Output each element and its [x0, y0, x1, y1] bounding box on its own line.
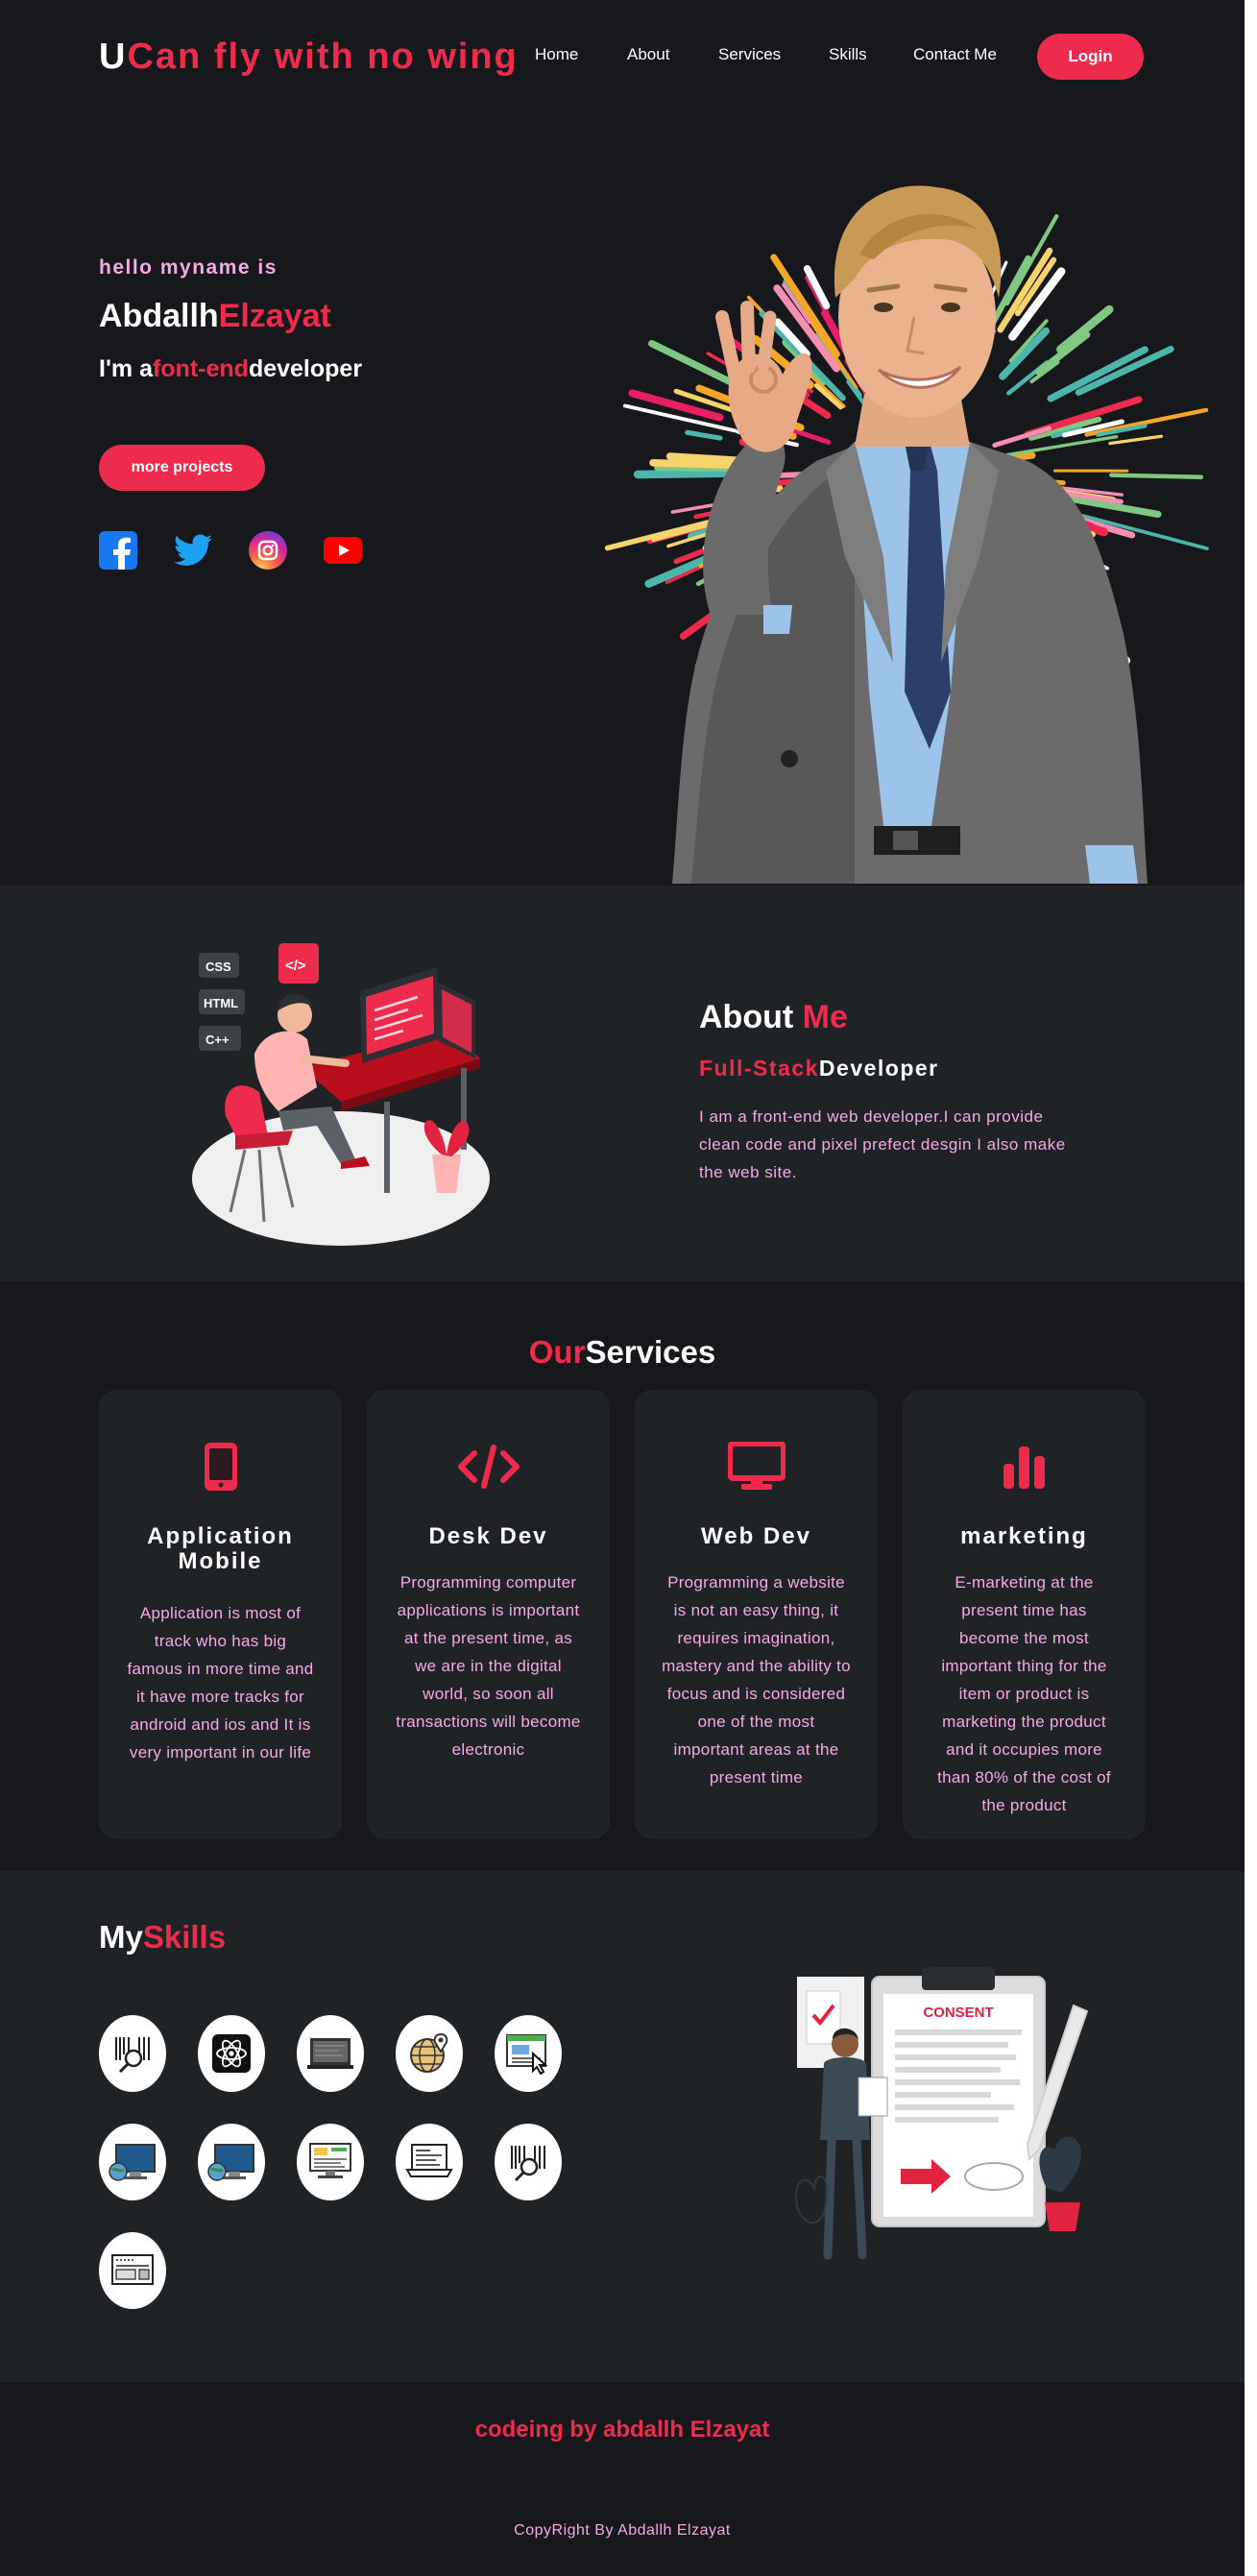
browser-cursor-icon	[495, 2015, 562, 2092]
chart-bar-icon	[903, 1438, 1146, 1495]
laptop-icon	[297, 2015, 364, 2092]
man-figure	[672, 185, 1148, 884]
youtube-icon[interactable]	[324, 531, 362, 570]
hero-last-name: Elzayat	[219, 298, 331, 334]
webpage-icon	[99, 2232, 166, 2309]
nav-link-about[interactable]: About	[627, 45, 718, 64]
about-subtitle-white: Developer	[819, 1056, 939, 1081]
services-title-white: Services	[585, 1334, 715, 1370]
burst-stroke	[1078, 349, 1171, 392]
consent-label: CONSENT	[923, 2005, 993, 2021]
about-section: CSS HTML C++ </> About Me	[0, 886, 1245, 1281]
services-title: OurServices	[0, 1334, 1245, 1371]
burst-stroke	[1051, 350, 1145, 399]
skills-title: MySkills	[99, 1919, 226, 1956]
service-card-desk-dev: Desk Dev Programming computer applicatio…	[367, 1390, 610, 1839]
about-subtitle: Full-StackDeveloper	[699, 1056, 939, 1081]
monitor-globe-icon	[198, 2124, 265, 2200]
service-text: Programming computer applications is imp…	[367, 1568, 610, 1763]
logo-u: U	[99, 36, 127, 77]
login-button[interactable]: Login	[1037, 34, 1144, 80]
desktop-icon	[635, 1438, 878, 1495]
service-title: marketing	[903, 1524, 1146, 1549]
service-title: Desk Dev	[367, 1524, 610, 1549]
social-links	[99, 531, 399, 570]
facebook-icon[interactable]	[99, 531, 137, 570]
skills-title-red: Skills	[143, 1919, 226, 1955]
barcode-search-icon	[495, 2124, 562, 2200]
nav-link-services[interactable]: Services	[718, 45, 829, 64]
footer-copyright: CopyRight By Abdallh Elzayat	[0, 2522, 1245, 2540]
logo-text: Can fly with no wing	[127, 36, 518, 77]
about-title: About Me	[699, 999, 848, 1036]
burst-stroke	[1111, 475, 1200, 477]
services-title-red: Our	[529, 1334, 586, 1370]
footer-title: codeing by abdallh Elzayat	[0, 2417, 1245, 2443]
nav-link-contact[interactable]: Contact Me	[913, 45, 1028, 64]
globe-pin-icon	[396, 2015, 463, 2092]
react-icon	[198, 2015, 265, 2092]
about-title-red: Me	[803, 999, 848, 1035]
hero-role-suffix: developer	[249, 355, 362, 382]
barcode-search-icon	[99, 2015, 166, 2092]
burst-stroke	[1007, 437, 1117, 455]
burst-stroke	[1039, 335, 1087, 373]
page: UCan fly with no wing Home About Service…	[0, 0, 1245, 2576]
service-text: E-marketing at the present time has beco…	[903, 1568, 1146, 1819]
services-section: OurServices Application Mobile Applicati…	[0, 1281, 1245, 1871]
code-tag-label: </>	[285, 958, 306, 974]
hero-role-highlight: font-end	[153, 355, 249, 382]
service-card-web-dev: Web Dev Programming a website is not an …	[635, 1390, 878, 1839]
hero-first-name: Abdallh	[99, 298, 219, 334]
developer-illustration: CSS HTML C++ </>	[187, 934, 504, 1251]
hero-name: AbdallhElzayat	[99, 298, 331, 335]
consent-illustration: CONSENT	[787, 1967, 1104, 2284]
css-label: CSS	[205, 960, 231, 974]
code-icon	[367, 1438, 610, 1495]
service-text: Programming a website is not an easy thi…	[635, 1568, 878, 1791]
laptop-code-icon	[396, 2124, 463, 2200]
skills-section: MySkills	[0, 1871, 1245, 2382]
footer: codeing by abdallh Elzayat CopyRight By …	[0, 2382, 1245, 2576]
about-subtitle-red: Full-Stack	[699, 1056, 819, 1081]
skills-title-white: My	[99, 1919, 143, 1955]
burst-stroke	[688, 432, 720, 438]
service-card-mobile: Application Mobile Application is most o…	[99, 1390, 342, 1839]
cpp-label: C++	[205, 1033, 230, 1047]
burst-stroke	[1060, 309, 1109, 350]
mobile-icon	[99, 1438, 342, 1495]
service-card-marketing: marketing E-marketing at the present tim…	[903, 1390, 1146, 1839]
service-cards: Application Mobile Application is most o…	[99, 1390, 1171, 1839]
about-description: I am a front-end web developer.I can pro…	[699, 1103, 1074, 1186]
service-text: Application is most of track who has big…	[99, 1599, 342, 1766]
service-title: Application Mobile	[99, 1524, 342, 1574]
nav-link-home[interactable]: Home	[535, 45, 627, 64]
hero-greeting: hello myname is	[99, 256, 278, 279]
instagram-icon[interactable]	[249, 531, 287, 570]
navbar: UCan fly with no wing Home About Service…	[0, 0, 1245, 115]
html-label: HTML	[204, 996, 238, 1010]
nav-links: Home About Services Skills Contact Me	[535, 45, 1028, 64]
hero-role-prefix: I'm a	[99, 355, 153, 382]
about-title-white: About	[699, 999, 803, 1035]
hero-role: I'm afont-enddeveloper	[99, 355, 362, 383]
monitor-globe-icon	[99, 2124, 166, 2200]
nav-link-skills[interactable]: Skills	[829, 45, 913, 64]
burst-stroke	[632, 393, 719, 417]
more-projects-button[interactable]: more projects	[99, 445, 265, 491]
logo[interactable]: UCan fly with no wing	[99, 36, 519, 78]
service-title: Web Dev	[635, 1524, 878, 1549]
twitter-icon[interactable]	[174, 531, 212, 570]
hero-portrait-image	[567, 154, 1257, 886]
monitor-chart-icon	[297, 2124, 364, 2200]
hero-section: hello myname is AbdallhElzayat I'm afont…	[0, 115, 1245, 886]
